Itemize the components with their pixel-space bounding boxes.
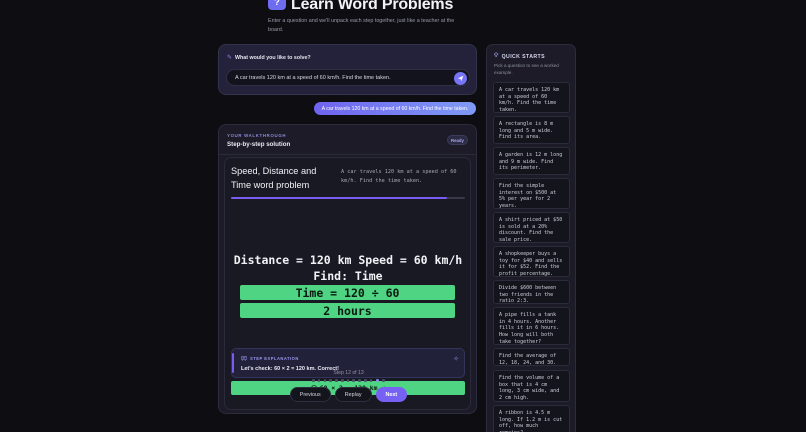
step-dot-active[interactable] bbox=[375, 378, 380, 383]
board-title: Speed, Distance and Time word problem bbox=[231, 166, 317, 190]
progress-fill bbox=[231, 197, 447, 199]
board-line-formula: Time = 120 ÷ 60 bbox=[240, 285, 455, 300]
replay-button[interactable]: Replay bbox=[334, 387, 372, 402]
question-input[interactable]: A car travels 120 km at a speed of 60 km… bbox=[226, 69, 470, 86]
step-dot[interactable] bbox=[346, 379, 350, 382]
board-line-given: Distance = 120 km Speed = 60 km/h bbox=[233, 253, 463, 267]
quick-starts-subtitle: Pick a question to see a worked example. bbox=[494, 63, 559, 75]
step-explanation-header: STEP EXPLANATION bbox=[241, 356, 299, 361]
quick-start-item[interactable]: A shirt priced at $50 is sold at a 20% d… bbox=[493, 212, 570, 243]
user-message-bubble: A car travels 120 km at a speed of 60 km… bbox=[314, 102, 476, 115]
quick-start-item[interactable]: Find the simple interest on $500 at 5% p… bbox=[493, 178, 570, 209]
step-dot[interactable] bbox=[317, 379, 321, 382]
step-dot[interactable] bbox=[323, 379, 327, 382]
board-line-find: Find: Time bbox=[313, 269, 383, 283]
step-dot[interactable] bbox=[335, 379, 338, 382]
page-subtitle: Enter a question and we'll unpack each s… bbox=[268, 18, 455, 33]
quick-start-item[interactable]: Divide $600 between two friends in the r… bbox=[493, 280, 570, 304]
lightbulb-icon: 💡︎ bbox=[494, 53, 499, 59]
divider bbox=[219, 154, 476, 155]
pencil-icon: ✎ bbox=[227, 55, 233, 61]
quick-start-item[interactable]: A pipe fills a tank in 4 hours. Another … bbox=[493, 307, 570, 345]
board-icon bbox=[241, 356, 247, 361]
step-dot[interactable] bbox=[369, 379, 373, 382]
board-line-answer: 2 hours bbox=[240, 303, 455, 318]
send-button[interactable] bbox=[454, 72, 467, 85]
step-navigation: Previous Replay Next bbox=[219, 387, 478, 402]
next-button[interactable]: Next bbox=[375, 387, 408, 402]
sparkle-icon[interactable]: ✧ bbox=[453, 355, 459, 363]
question-label: ✎ What would you like to solve? bbox=[227, 54, 311, 62]
page-title: Learn Word Problems bbox=[291, 0, 454, 13]
status-badge: Ready bbox=[447, 135, 468, 145]
quick-start-item[interactable]: Find the average of 12, 18, 24, and 30. bbox=[493, 348, 570, 366]
step-dots bbox=[219, 378, 478, 383]
step-dot[interactable] bbox=[312, 379, 315, 382]
step-explanation-eyebrow: STEP EXPLANATION bbox=[250, 356, 299, 361]
step-dot[interactable] bbox=[340, 379, 344, 382]
quick-start-item[interactable]: A ribbon is 4.5 m long. If 1.2 m is cut … bbox=[493, 405, 570, 432]
step-dot[interactable] bbox=[329, 379, 332, 382]
walkthrough-eyebrow: YOUR WALKTHROUGH bbox=[227, 133, 287, 138]
step-dot[interactable] bbox=[352, 379, 356, 382]
step-counter: Step 12 of 13 bbox=[333, 370, 364, 376]
question-card: ✎ What would you like to solve? A car tr… bbox=[218, 44, 477, 95]
quick-starts-header: 💡︎ QUICK STARTS bbox=[494, 53, 545, 60]
quick-starts-title: QUICK STARTS bbox=[501, 53, 545, 60]
step-dot[interactable] bbox=[358, 379, 361, 382]
question-label-text: What would you like to solve? bbox=[235, 54, 311, 61]
progress-bar bbox=[231, 197, 465, 199]
quick-start-item[interactable]: Find the volume of a box that is 4 cm lo… bbox=[493, 370, 570, 402]
quick-start-item[interactable]: A garden is 12 m long and 9 m wide. Find… bbox=[493, 147, 570, 175]
quick-start-item[interactable]: A shopkeeper buys a toy for $40 and sell… bbox=[493, 246, 570, 277]
send-icon bbox=[457, 75, 464, 82]
app-logo-icon: ? bbox=[268, 0, 286, 10]
step-dot[interactable] bbox=[364, 379, 367, 382]
walkthrough-title: Step-by-step solution bbox=[227, 141, 291, 148]
previous-button[interactable]: Previous bbox=[289, 387, 331, 402]
walkthrough-card: YOUR WALKTHROUGH Step-by-step solution R… bbox=[218, 124, 477, 414]
quick-start-item[interactable]: A rectangle is 8 m long and 5 m wide. Fi… bbox=[493, 116, 570, 144]
quick-starts-panel: 💡︎ QUICK STARTS Pick a question to see a… bbox=[486, 44, 576, 432]
board-problem-text: A car travels 120 km at a speed of 60 km… bbox=[341, 169, 457, 184]
quick-start-item[interactable]: A car travels 120 km at a speed of 60 km… bbox=[493, 82, 570, 113]
step-dot[interactable] bbox=[382, 379, 385, 382]
question-input-value[interactable]: A car travels 120 km at a speed of 60 km… bbox=[235, 75, 391, 81]
